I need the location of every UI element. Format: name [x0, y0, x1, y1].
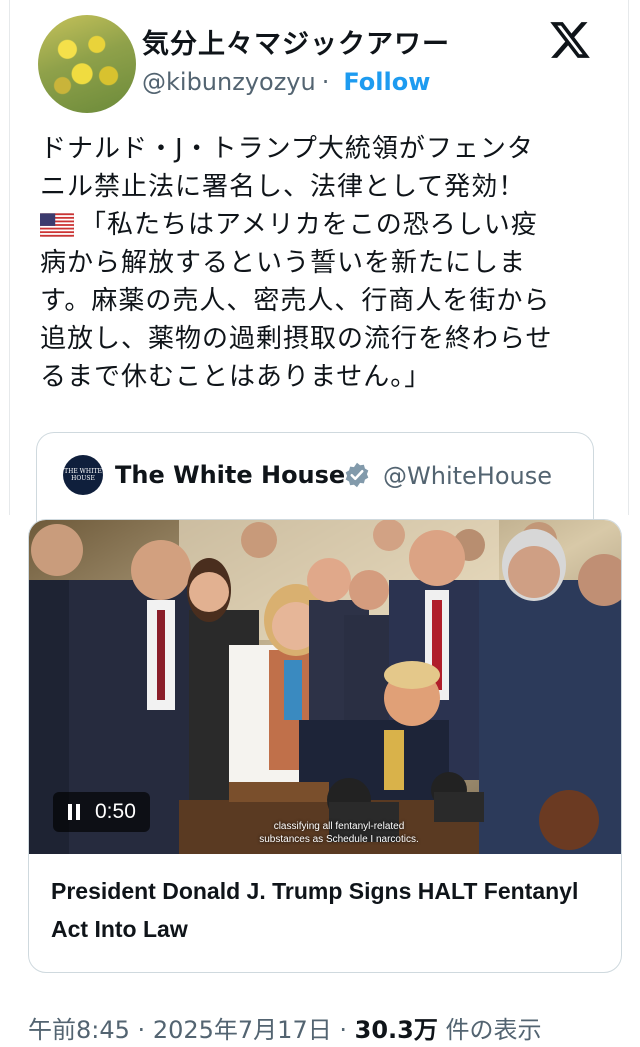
- tweet-card: 気分上々マジックアワー @kibunzyozyu · Follow ドナルド・J…: [0, 0, 640, 1047]
- tweet-text: ドナルド・J・トランプ大統領がフェンタ ニル禁止法に署名し、法律として発効！ 「…: [40, 130, 600, 396]
- x-logo-icon[interactable]: [548, 18, 592, 62]
- user-handle[interactable]: @kibunzyozyu: [142, 68, 316, 96]
- video-time: 0:50: [95, 800, 136, 823]
- quoted-author-name[interactable]: The White House: [115, 461, 345, 489]
- us-flag-icon: [40, 213, 74, 237]
- tweet-line: 病から解放するという誓いを新たにしま: [40, 248, 527, 278]
- white-house-logo: THE WHITE HOUSE: [63, 455, 103, 495]
- quoted-author-handle[interactable]: @WhiteHouse: [383, 462, 552, 490]
- left-divider: [9, 0, 10, 515]
- handle-row: @kibunzyozyu · Follow: [142, 68, 430, 96]
- tweet-line: 追放し、薬物の過剰摂取の流行を終わらせ: [40, 324, 553, 354]
- post-time[interactable]: 午前8:45: [28, 1016, 130, 1044]
- post-date[interactable]: 2025年7月17日: [153, 1016, 332, 1044]
- tweet-metadata: 午前8:45 · 2025年7月17日 · 30.3万 件の表示: [28, 1010, 542, 1045]
- views-label: 件の表示: [445, 1016, 542, 1044]
- separator: ·: [339, 1016, 347, 1044]
- tweet-line: ドナルド・J・トランプ大統領がフェンタ: [40, 134, 534, 164]
- avatar[interactable]: [38, 15, 136, 113]
- separator: ·: [321, 68, 330, 96]
- tweet-line: ニル禁止法に署名し、法律として発効！: [40, 172, 526, 202]
- video-card[interactable]: classifying all fentanyl-related substan…: [28, 519, 622, 973]
- separator: ·: [137, 1016, 146, 1044]
- tweet-line: るまで休むことはありません。」: [40, 362, 432, 392]
- view-count: 30.3万: [354, 1016, 438, 1044]
- video-playback-control[interactable]: 0:50: [53, 792, 150, 832]
- verified-badge-icon: [345, 462, 369, 488]
- tweet-line: 「私たちはアメリカをこの恐ろしい疫: [40, 206, 600, 244]
- video-title[interactable]: President Donald J. Trump Signs HALT Fen…: [51, 872, 591, 948]
- quoted-tweet[interactable]: THE WHITE HOUSE The White House @WhiteHo…: [36, 432, 594, 523]
- right-divider: [628, 0, 629, 515]
- tweet-line: す。麻薬の売人、密売人、行商人を街から: [40, 286, 551, 316]
- pause-icon[interactable]: [67, 804, 81, 820]
- video-caption: classifying all fentanyl-related substan…: [259, 821, 419, 845]
- follow-button[interactable]: Follow: [343, 68, 430, 96]
- display-name[interactable]: 気分上々マジックアワー: [142, 22, 450, 61]
